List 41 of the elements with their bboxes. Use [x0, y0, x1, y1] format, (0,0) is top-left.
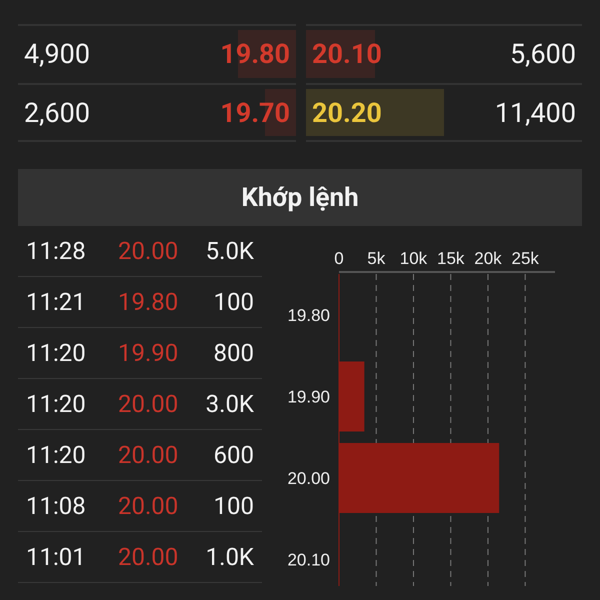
trade-price: 20.00: [118, 492, 180, 520]
trade-time: 11:08: [25, 492, 87, 520]
trade-volume: 100: [212, 288, 255, 316]
axis-tick-label: 5k: [367, 249, 386, 268]
section-header: Khớp lệnh: [18, 169, 582, 226]
price-label: 20.10: [287, 550, 330, 570]
trade-volume: 100: [212, 492, 255, 520]
trade-volume: 600: [212, 441, 255, 469]
trade-price: 19.80: [118, 288, 180, 316]
trade-price: 19.90: [118, 339, 180, 367]
trade-volume: 1.0K: [204, 543, 255, 571]
axis-tick-label: 10k: [400, 249, 428, 268]
trade-price: 20.00: [118, 237, 180, 265]
ask-volume: 5,600: [508, 38, 577, 70]
axis-tick-label: 0: [334, 249, 344, 268]
bid-price: 19.80: [219, 38, 292, 70]
trade-volume: 3.0K: [204, 390, 255, 418]
bid-volume: 2,600: [23, 96, 92, 128]
trade-price: 20.00: [118, 441, 180, 469]
price-label: 19.80: [287, 306, 330, 325]
trade-price: 20.00: [118, 543, 180, 571]
volume-bar: [339, 362, 364, 432]
trade-time: 11:21: [25, 288, 87, 316]
ask-price: 20.20: [311, 96, 383, 128]
ask-price: 20.10: [311, 38, 383, 70]
trade-volume: 5.0K: [204, 237, 255, 265]
price-label: 20.00: [287, 469, 330, 488]
trade-time: 11:28: [25, 237, 87, 265]
bid-volume: 4,900: [23, 38, 92, 70]
bid-price: 19.70: [219, 96, 292, 128]
trade-price: 20.00: [118, 390, 180, 418]
trade-time: 11:20: [25, 441, 87, 469]
trade-time: 11:20: [25, 390, 87, 418]
trade-time: 11:01: [25, 543, 87, 571]
axis-tick-label: 20k: [474, 249, 502, 268]
ask-volume: 11,400: [494, 96, 577, 128]
trade-volume: 800: [212, 339, 255, 367]
price-label: 19.90: [287, 388, 330, 406]
axis-tick-label: 15k: [437, 249, 464, 268]
axis-tick-label: 25k: [512, 249, 539, 268]
trade-time: 11:20: [25, 339, 87, 367]
